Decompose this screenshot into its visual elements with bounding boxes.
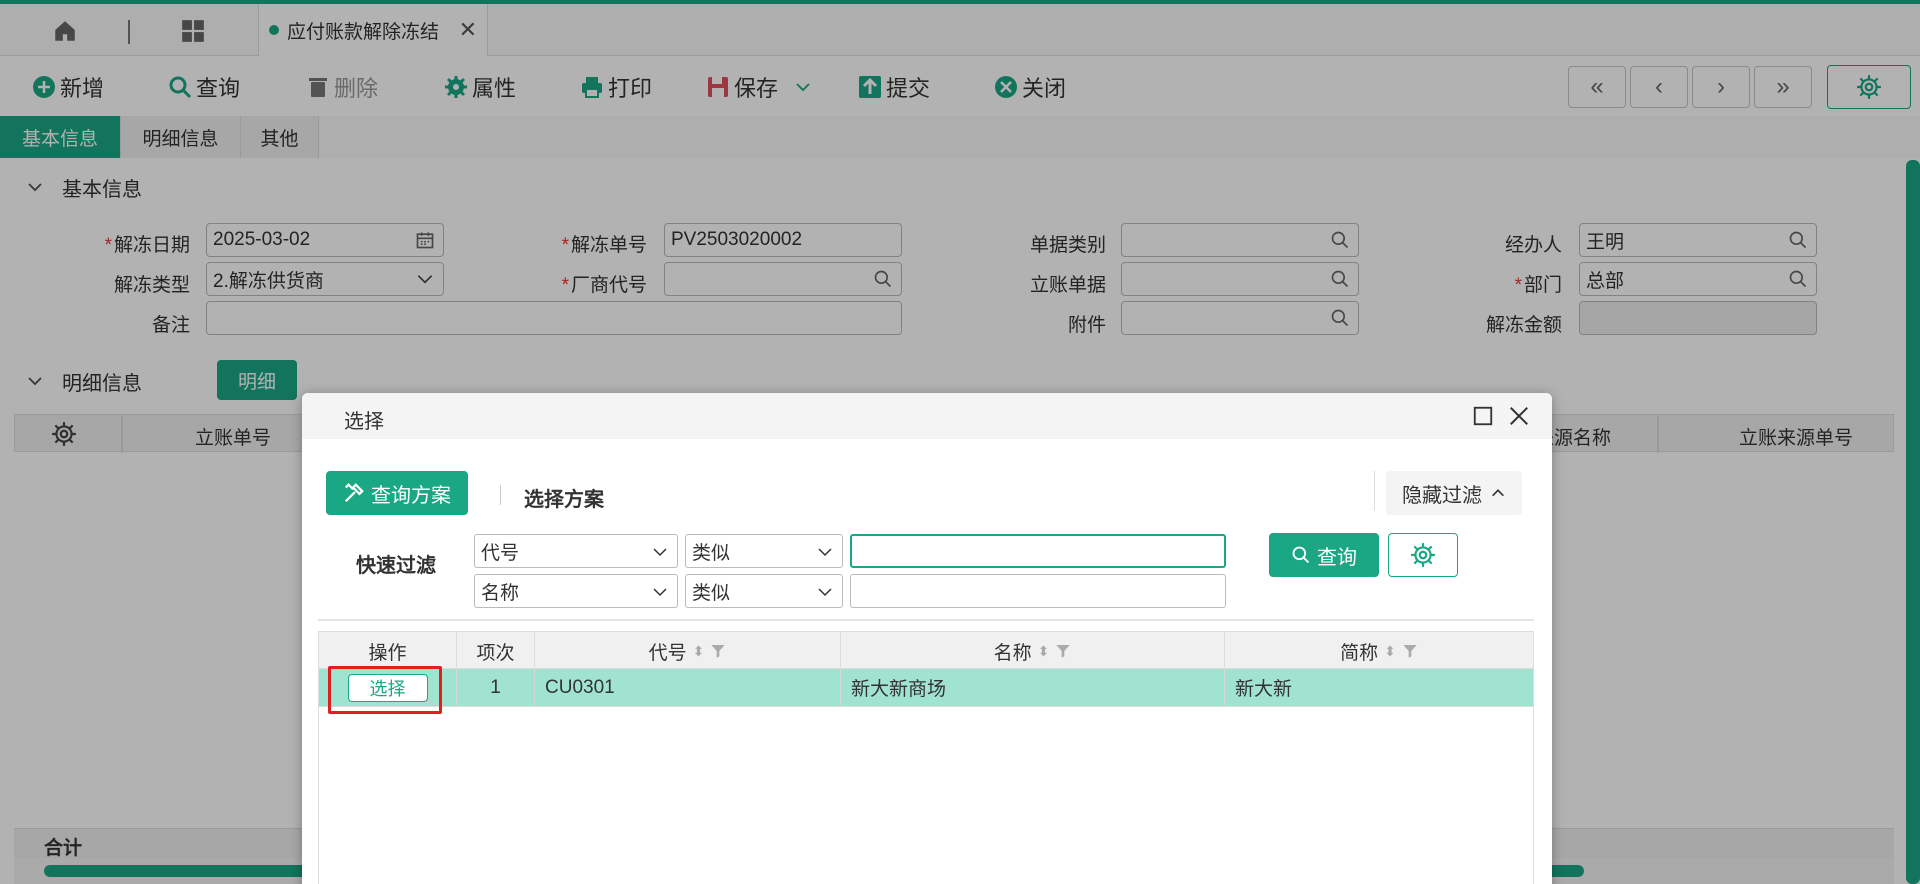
chevron-down-icon [818,588,832,597]
chevron-down-icon [818,548,832,557]
filter-icon[interactable] [1402,643,1418,659]
col-short-label: 简称 [1340,642,1379,664]
filter-value-input-1[interactable] [850,534,1226,568]
filter-op-select-2[interactable]: 类似 [685,574,843,608]
chevron-down-icon [653,548,667,557]
hide-filter-label: 隐藏过滤 [1402,484,1482,507]
filter-field-value: 代号 [481,542,520,564]
close-icon[interactable] [1508,405,1530,427]
filter-field-select-1[interactable]: 代号 [474,534,678,568]
tools-icon [344,483,364,503]
col-action: 操作 [319,632,457,670]
grid-border [318,707,319,884]
result-grid-header: 操作 项次 代号 ⬍ 名称 ⬍ 简称 ⬍ [318,631,1534,670]
chevron-down-icon [653,588,667,597]
query-scheme-button[interactable]: 查询方案 [326,471,468,515]
dialog-title: 选择 [344,411,384,433]
hide-filter-button[interactable]: 隐藏过滤 [1386,471,1522,515]
filter-op-value: 类似 [692,542,731,564]
dialog-query-button[interactable]: 查询 [1269,533,1379,577]
dialog-header: 选择 [302,393,1552,439]
filter-value-input-2[interactable] [850,574,1226,608]
col-seq: 项次 [457,632,535,670]
col-code[interactable]: 代号 ⬍ [535,632,841,670]
filter-field-value: 名称 [481,582,520,604]
chevron-up-icon [1492,489,1504,497]
filter-op-select-1[interactable]: 类似 [685,534,843,568]
highlight-box [328,666,442,714]
col-name[interactable]: 名称 ⬍ [841,632,1225,670]
select-scheme-label[interactable]: 选择方案 [524,483,604,512]
divider [1374,471,1375,511]
code-cell: CU0301 [535,669,841,706]
filter-field-select-2[interactable]: 名称 [474,574,678,608]
col-code-label: 代号 [648,642,687,664]
grid-border [1533,707,1534,884]
quick-filter-label: 快速过滤 [356,555,436,577]
col-name-label: 名称 [993,642,1032,664]
seq-cell: 1 [457,669,535,706]
col-short[interactable]: 简称 ⬍ [1225,632,1533,670]
filter-icon[interactable] [1055,643,1071,659]
maximize-icon[interactable] [1472,405,1494,427]
dialog-query-label: 查询 [1317,546,1357,569]
filter-settings-button[interactable] [1388,533,1458,577]
search-icon [1292,546,1310,564]
filter-op-value: 类似 [692,582,731,604]
name-cell: 新大新商场 [841,669,1225,706]
divider [500,485,501,505]
filter-icon[interactable] [710,643,726,659]
sort-icon[interactable]: ⬍ [693,643,705,660]
sort-icon[interactable]: ⬍ [1038,643,1050,660]
query-scheme-label: 查询方案 [371,484,451,507]
gear-icon [1411,543,1435,567]
sort-icon[interactable]: ⬍ [1384,643,1396,660]
short-cell: 新大新 [1235,679,1293,700]
select-dialog: 选择 查询方案 选择方案 隐藏过滤 快速过滤 代号 类似 名称 类似 查询 操作… [302,393,1552,884]
filter-divider [318,619,1534,621]
table-row[interactable]: 选择 1 CU0301 新大新商场 新大新 [318,669,1534,707]
